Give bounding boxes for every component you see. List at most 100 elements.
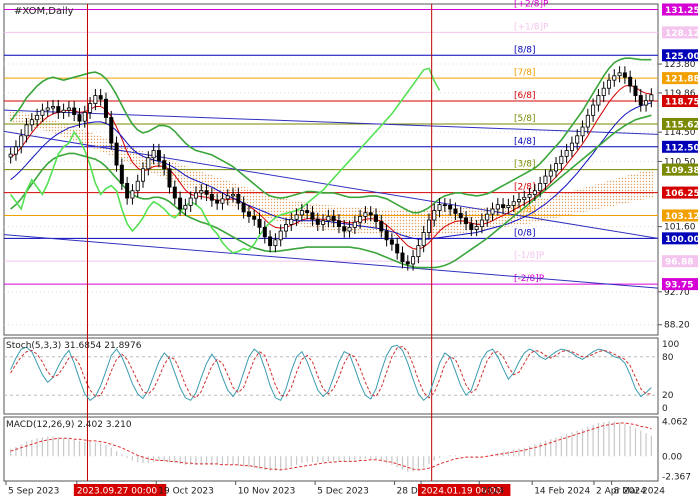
- macd-tick-label-0: 4.062: [662, 418, 688, 428]
- candle-body: [606, 79, 611, 89]
- macd-label: MACD(12,26,9) 2.402 3.210: [6, 420, 132, 430]
- candle-body: [464, 217, 469, 225]
- candle-body: [135, 180, 140, 192]
- candle-body: [310, 212, 315, 220]
- candle-body: [585, 114, 590, 128]
- candle-body: [321, 220, 326, 225]
- candle-body: [141, 168, 146, 182]
- stoch-k-line: [10, 344, 652, 402]
- murrey-label-7: [3/8]: [514, 160, 536, 170]
- price-tick-label-6: 88.20: [664, 321, 690, 331]
- candle-body: [522, 196, 527, 200]
- price-badge-11: 96.88: [662, 255, 698, 268]
- price-badge-label: 103.12: [665, 212, 700, 222]
- candle-body: [13, 146, 18, 155]
- chart: [+2/8]P [+1/8]P [8/8] [7/8] [6/8] [5/8] [4/8] […: [3, 0, 700, 497]
- macd-tick-label-1: 0.00: [662, 452, 682, 462]
- candle-body: [442, 204, 447, 207]
- candle: [622, 66, 627, 84]
- candle-body: [299, 210, 304, 216]
- candle: [416, 239, 421, 264]
- candle-body: [490, 208, 495, 215]
- candle-body: [612, 75, 617, 81]
- candle-body: [601, 87, 606, 96]
- candle: [82, 105, 87, 128]
- candle: [125, 176, 130, 205]
- stochastic-panel: 100 80 20 0: [4, 340, 679, 414]
- candle-body: [516, 199, 521, 203]
- candle-body: [331, 215, 336, 222]
- candle-body: [559, 155, 564, 165]
- candle-body: [45, 107, 50, 111]
- candle-body: [257, 218, 262, 228]
- candle-body: [564, 150, 569, 157]
- candle-body: [426, 219, 431, 233]
- candle-body: [538, 183, 543, 192]
- murrey-label-2: [8/8]: [514, 45, 536, 55]
- candle-body: [411, 256, 416, 265]
- candle: [13, 140, 18, 161]
- candle-body: [384, 230, 389, 241]
- price-badge-label: 125.00: [665, 52, 700, 62]
- candle-body: [532, 190, 537, 195]
- candle-body: [389, 239, 394, 245]
- price-axis: 123.80119.86114.50110.50101.6092.7088.20…: [658, 3, 700, 331]
- candle-body: [29, 119, 34, 126]
- candle-body: [622, 72, 627, 78]
- candle-body: [644, 100, 649, 106]
- candle-body: [628, 76, 633, 87]
- candle: [548, 164, 553, 183]
- candle: [172, 180, 177, 205]
- candle-body: [273, 239, 278, 247]
- price-badge-label: 96.88: [665, 258, 693, 268]
- candle-body: [151, 150, 156, 159]
- candle-body: [294, 214, 299, 220]
- time-label-5: 28 D: [397, 487, 418, 497]
- candle-body: [474, 226, 479, 230]
- candle: [585, 108, 590, 134]
- candle-body: [72, 107, 77, 115]
- candle-body: [103, 98, 108, 118]
- candle-body: [363, 212, 368, 217]
- candle: [56, 99, 61, 119]
- candle: [98, 88, 103, 106]
- candle-body: [289, 218, 294, 225]
- candle-body: [215, 199, 220, 204]
- vertical-markers: [86, 4, 433, 481]
- candle-body: [225, 195, 230, 200]
- candle: [72, 101, 77, 122]
- candle: [273, 233, 278, 253]
- candle-body: [305, 210, 310, 214]
- candle-body: [342, 226, 347, 232]
- candle-body: [352, 221, 357, 228]
- time-label-7: 2024: [481, 487, 504, 497]
- candle-body: [88, 103, 93, 113]
- candle-body: [347, 226, 352, 232]
- ichimoku-cloud: [8, 110, 654, 237]
- candles: [8, 66, 654, 271]
- candle-body: [479, 219, 484, 228]
- candle-body: [421, 232, 426, 247]
- price-badge-2: 125.00: [662, 49, 700, 62]
- macd-tick-label-2: -2.367: [662, 472, 691, 482]
- candle-body: [24, 124, 29, 137]
- candle-body: [638, 95, 643, 106]
- candle-body: [172, 186, 177, 199]
- candle-body: [501, 204, 506, 208]
- candle-body: [56, 106, 61, 113]
- candle: [61, 103, 66, 119]
- stoch-label: Stoch(5,3,3) 31.6854 21.8976: [6, 341, 142, 351]
- candle-body: [548, 170, 553, 177]
- price-badge-label: 106.25: [665, 189, 700, 199]
- candle-body: [511, 201, 516, 206]
- candle-body: [119, 164, 124, 184]
- stoch-tick-label-1: 80: [662, 353, 674, 363]
- candle: [628, 70, 633, 93]
- murrey-label-11: [-1/8]P: [514, 251, 545, 261]
- murrey-label-0: [+2/8]P: [514, 0, 549, 9]
- candle-body: [400, 252, 405, 263]
- candle: [591, 98, 596, 122]
- candle: [395, 237, 400, 260]
- time-label-4: 5 Dec 2023: [317, 487, 369, 497]
- candle: [633, 79, 638, 103]
